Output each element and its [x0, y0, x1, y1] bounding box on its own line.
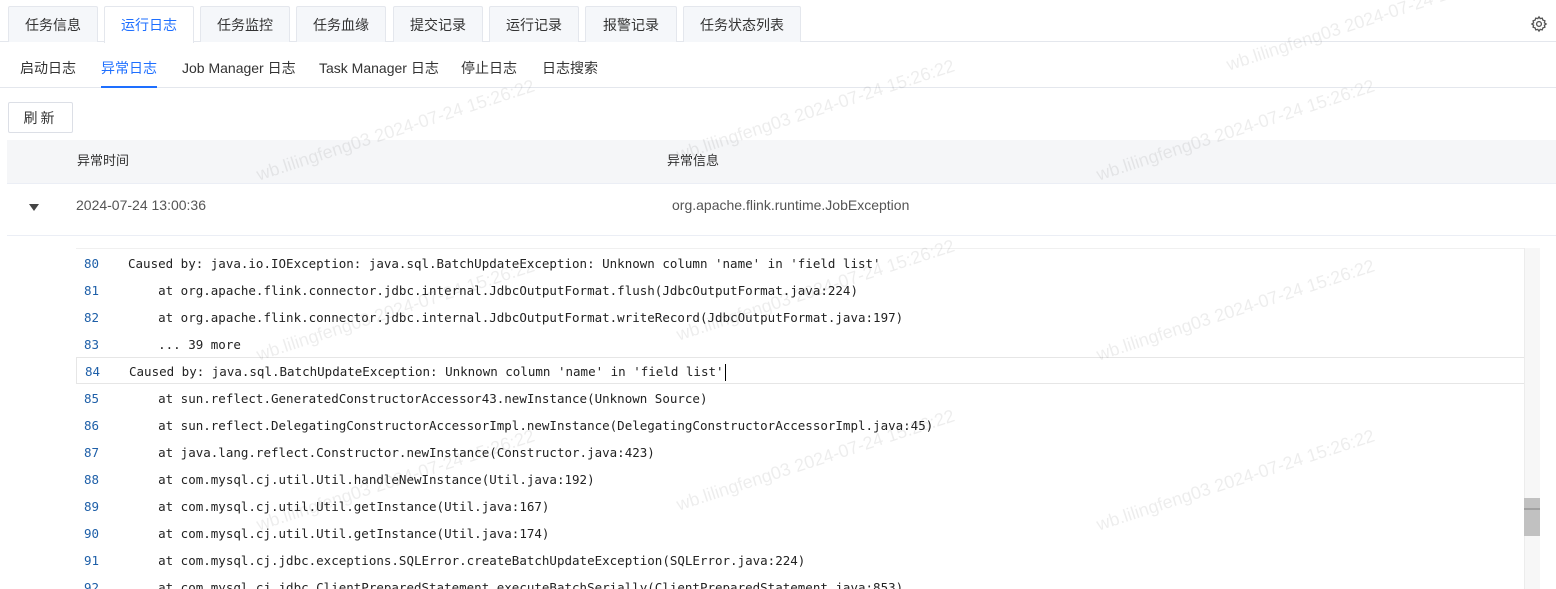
line-number: 91: [84, 553, 100, 568]
log-line: 92 at com.mysql.cj.jdbc.ClientPreparedSt…: [76, 574, 1526, 589]
log-line: 89 at com.mysql.cj.util.Util.getInstance…: [76, 493, 1526, 520]
line-text: Caused by: java.io.IOException: java.sql…: [128, 256, 881, 271]
line-number: 90: [84, 526, 100, 541]
tab-task-info[interactable]: 任务信息: [8, 6, 98, 42]
line-number: 83: [84, 337, 100, 352]
line-text: at com.mysql.cj.jdbc.ClientPreparedState…: [128, 580, 904, 589]
tab-submit-records[interactable]: 提交记录: [393, 6, 483, 42]
expand-caret-icon[interactable]: [29, 204, 39, 211]
line-text: at sun.reflect.DelegatingConstructorAcce…: [128, 418, 934, 433]
log-scrollbar-marker: [1524, 508, 1540, 510]
exception-info: org.apache.flink.runtime.JobException: [672, 197, 910, 213]
log-scrollbar[interactable]: [1524, 248, 1540, 589]
tab-alarm-records[interactable]: 报警记录: [585, 6, 677, 42]
line-text: Caused by: java.sql.BatchUpdateException…: [129, 364, 724, 379]
log-line: 85 at sun.reflect.GeneratedConstructorAc…: [76, 385, 1526, 412]
column-header-info[interactable]: 异常信息: [667, 140, 719, 182]
line-text: at com.mysql.cj.jdbc.exceptions.SQLError…: [128, 553, 806, 568]
line-text: ... 39 more: [128, 337, 241, 352]
line-number: 85: [84, 391, 100, 406]
subtab-stop-log[interactable]: 停止日志: [461, 42, 517, 87]
log-line: 82 at org.apache.flink.connector.jdbc.in…: [76, 304, 1526, 331]
refresh-button[interactable]: 刷新: [8, 102, 73, 133]
line-number: 81: [84, 283, 100, 298]
tab-run-records[interactable]: 运行记录: [489, 6, 579, 42]
line-number: 86: [84, 418, 100, 433]
column-header-time[interactable]: 异常时间: [77, 140, 129, 182]
log-line: 83 ... 39 more: [76, 331, 1526, 358]
line-text: at com.mysql.cj.util.Util.handleNewInsta…: [128, 472, 595, 487]
line-number: 88: [84, 472, 100, 487]
line-number: 89: [84, 499, 100, 514]
log-viewer[interactable]: 80 Caused by: java.io.IOException: java.s…: [76, 248, 1540, 589]
line-number: 92: [84, 580, 100, 589]
line-text-wrap: Caused by: java.sql.BatchUpdateException…: [129, 358, 726, 385]
table-header: 异常时间 异常信息: [7, 140, 1556, 184]
subtab-exception-log[interactable]: 异常日志: [101, 42, 157, 88]
table-row[interactable]: 2024-07-24 13:00:36 org.apache.flink.run…: [7, 184, 1556, 236]
subtab-log-search[interactable]: 日志搜索: [542, 42, 598, 87]
log-scrollbar-thumb[interactable]: [1524, 498, 1540, 536]
line-number: 80: [84, 256, 100, 271]
tab-task-lineage[interactable]: 任务血缘: [296, 6, 386, 42]
line-text: at java.lang.reflect.Constructor.newInst…: [128, 445, 655, 460]
sub-tab-bar: 启动日志 异常日志 Job Manager 日志 Task Manager 日志…: [0, 42, 1556, 88]
line-number: 87: [84, 445, 100, 460]
tab-task-status-list[interactable]: 任务状态列表: [683, 6, 801, 42]
log-line: 88 at com.mysql.cj.util.Util.handleNewIn…: [76, 466, 1526, 493]
line-text: at org.apache.flink.connector.jdbc.inter…: [128, 283, 858, 298]
tab-task-monitor[interactable]: 任务监控: [200, 6, 290, 42]
text-cursor: [724, 364, 726, 381]
subtab-job-manager-log[interactable]: Job Manager 日志: [182, 42, 296, 87]
line-text: at sun.reflect.GeneratedConstructorAcces…: [128, 391, 708, 406]
log-line-current: 84 Caused by: java.sql.BatchUpdateExcepti…: [76, 357, 1526, 384]
top-tab-bar: 任务信息 运行日志 任务监控 任务血缘 提交记录 运行记录 报警记录 任务状态列…: [0, 0, 1556, 43]
gear-icon[interactable]: [1530, 15, 1548, 33]
log-line: 80 Caused by: java.io.IOException: java.s…: [76, 250, 1526, 277]
line-text: at com.mysql.cj.util.Util.getInstance(Ut…: [128, 499, 550, 514]
exception-time: 2024-07-24 13:00:36: [76, 197, 206, 213]
log-line: 90 at com.mysql.cj.util.Util.getInstance…: [76, 520, 1526, 547]
log-line: 87 at java.lang.reflect.Constructor.newI…: [76, 439, 1526, 466]
line-text: at org.apache.flink.connector.jdbc.inter…: [128, 310, 904, 325]
line-number: 84: [85, 364, 101, 379]
line-text: at com.mysql.cj.util.Util.getInstance(Ut…: [128, 526, 550, 541]
subtab-startup-log[interactable]: 启动日志: [20, 42, 76, 87]
log-line: 86 at sun.reflect.DelegatingConstructorA…: [76, 412, 1526, 439]
log-line: 81 at org.apache.flink.connector.jdbc.in…: [76, 277, 1526, 304]
tab-run-log[interactable]: 运行日志: [104, 6, 194, 43]
line-number: 82: [84, 310, 100, 325]
subtab-task-manager-log[interactable]: Task Manager 日志: [319, 42, 439, 87]
log-line: 91 at com.mysql.cj.jdbc.exceptions.SQLEr…: [76, 547, 1526, 574]
